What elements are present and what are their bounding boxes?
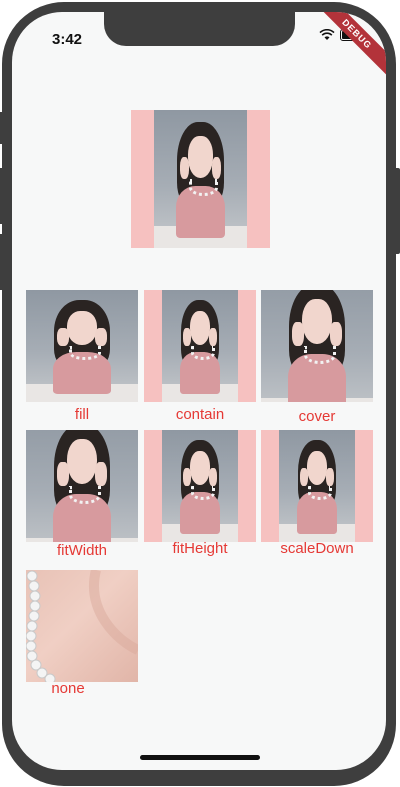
portrait-photo xyxy=(162,430,238,542)
app-screen: 3:42 DEBUG fill contain cover fitWidth f… xyxy=(12,12,386,770)
side-button-left-2 xyxy=(0,168,6,224)
necklace-closeup xyxy=(26,570,138,682)
portrait-photo xyxy=(26,290,138,402)
side-button-right xyxy=(392,168,400,254)
label-fill: fill xyxy=(74,406,90,423)
label-fitheight: fitHeight xyxy=(172,540,228,557)
wifi-icon xyxy=(319,29,335,40)
side-button-left-3 xyxy=(0,234,6,290)
label-none: none xyxy=(51,680,85,697)
portrait-photo xyxy=(162,290,238,402)
status-time: 3:42 xyxy=(52,31,83,48)
image-box-fitwidth xyxy=(26,430,138,542)
image-box-fill xyxy=(26,290,138,402)
side-button-left-1 xyxy=(0,112,6,144)
label-fitwidth: fitWidth xyxy=(56,542,107,559)
label-contain: contain xyxy=(175,406,225,423)
label-scaledown: scaleDown xyxy=(280,540,354,557)
portrait-photo xyxy=(279,430,355,542)
image-box-fitheight xyxy=(144,430,256,542)
label-cover: cover xyxy=(298,408,336,425)
home-indicator[interactable] xyxy=(140,755,260,760)
portrait-photo xyxy=(154,110,247,248)
image-box-none xyxy=(26,570,138,682)
hero-image-box xyxy=(131,110,270,248)
notch xyxy=(104,12,295,46)
portrait-photo xyxy=(26,430,138,542)
portrait-photo xyxy=(261,290,373,402)
image-box-contain xyxy=(144,290,256,402)
image-box-cover xyxy=(261,290,373,402)
image-box-scaledown xyxy=(261,430,373,542)
